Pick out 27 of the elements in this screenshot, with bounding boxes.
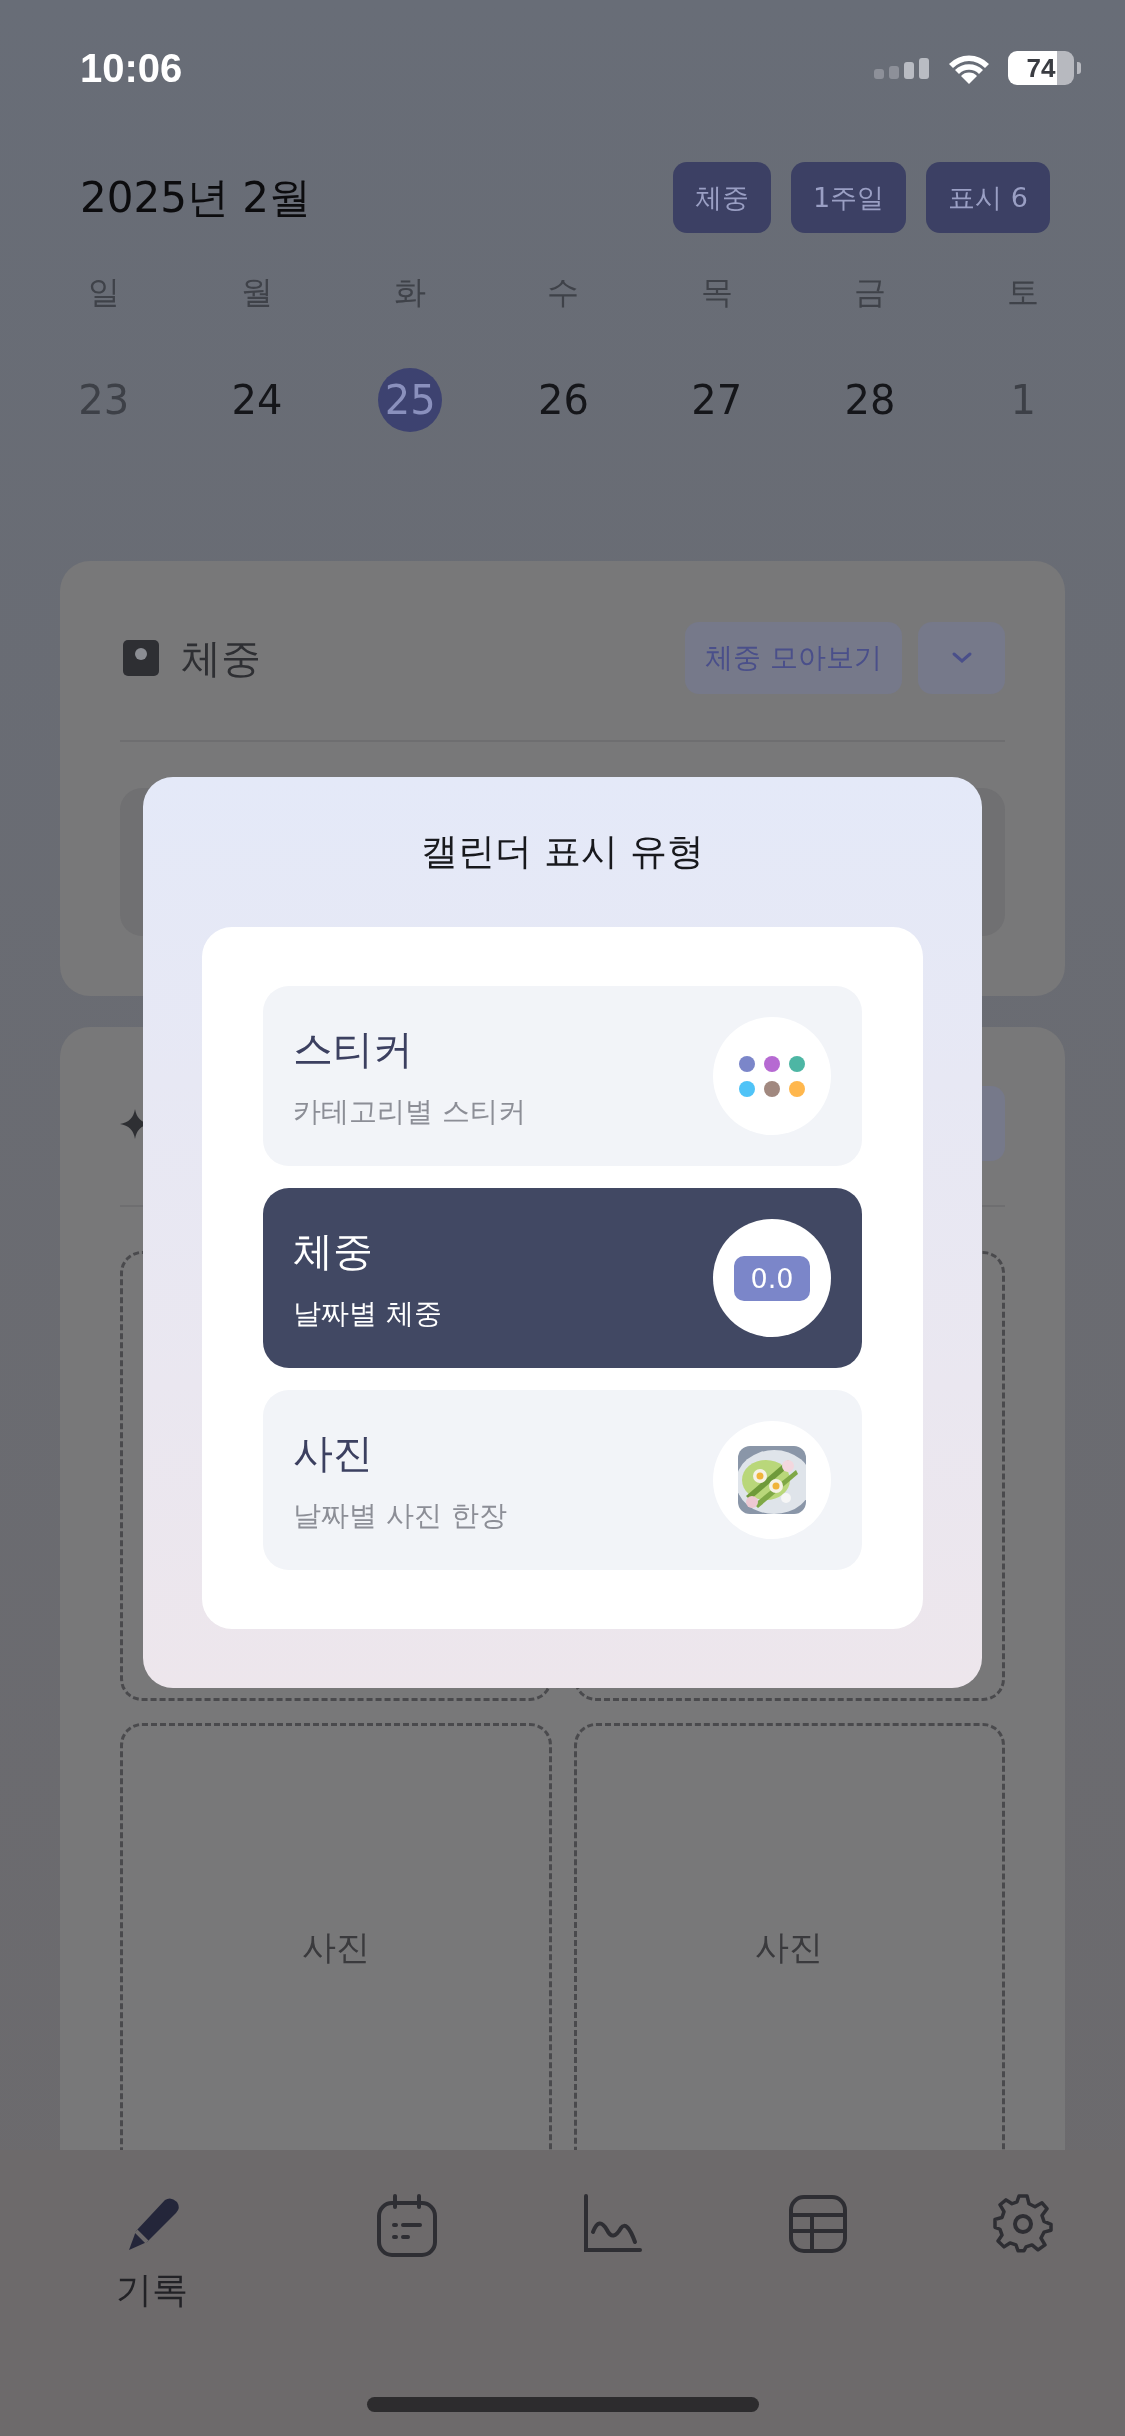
weight-value: 0.0 [733, 1255, 811, 1301]
dialog-title: 캘린더 표시 유형 [421, 829, 704, 875]
option-card[interactable]: 체중 날짜별 체중 0.0 [263, 1188, 862, 1368]
tab-item[interactable] [992, 2194, 1053, 2254]
tab-item[interactable] [376, 2194, 438, 2258]
card-title: 체중 [181, 633, 261, 683]
signal-icon [874, 57, 930, 79]
filter-chip[interactable]: 1주일 [791, 162, 907, 233]
settings-icon [992, 2194, 1053, 2254]
tab-item[interactable] [582, 2194, 643, 2254]
status-time: 10:06 [80, 45, 183, 91]
table-icon [787, 2194, 848, 2254]
option-card[interactable]: 사진 날짜별 사진 한장 [263, 1390, 862, 1570]
date-cell[interactable]: 27 [684, 368, 749, 432]
calendar-icon [376, 2194, 438, 2258]
tab-item[interactable]: 기록 [116, 2194, 188, 2315]
month-title: 2025년 2월 [80, 171, 311, 224]
date-cell[interactable]: 26 [531, 368, 596, 432]
date-cell[interactable]: 25 [378, 368, 443, 432]
filter-chip[interactable]: 체중 [673, 162, 772, 233]
option-card[interactable]: 스티커 카테고리별 스티커 [263, 986, 862, 1166]
chart-icon [582, 2194, 643, 2254]
filter-chip[interactable]: 표시 6 [926, 162, 1050, 233]
tab-item[interactable] [787, 2194, 848, 2254]
date-cell[interactable]: 28 [838, 368, 903, 432]
scale-icon [123, 640, 159, 676]
date-cell[interactable]: 24 [224, 368, 289, 432]
